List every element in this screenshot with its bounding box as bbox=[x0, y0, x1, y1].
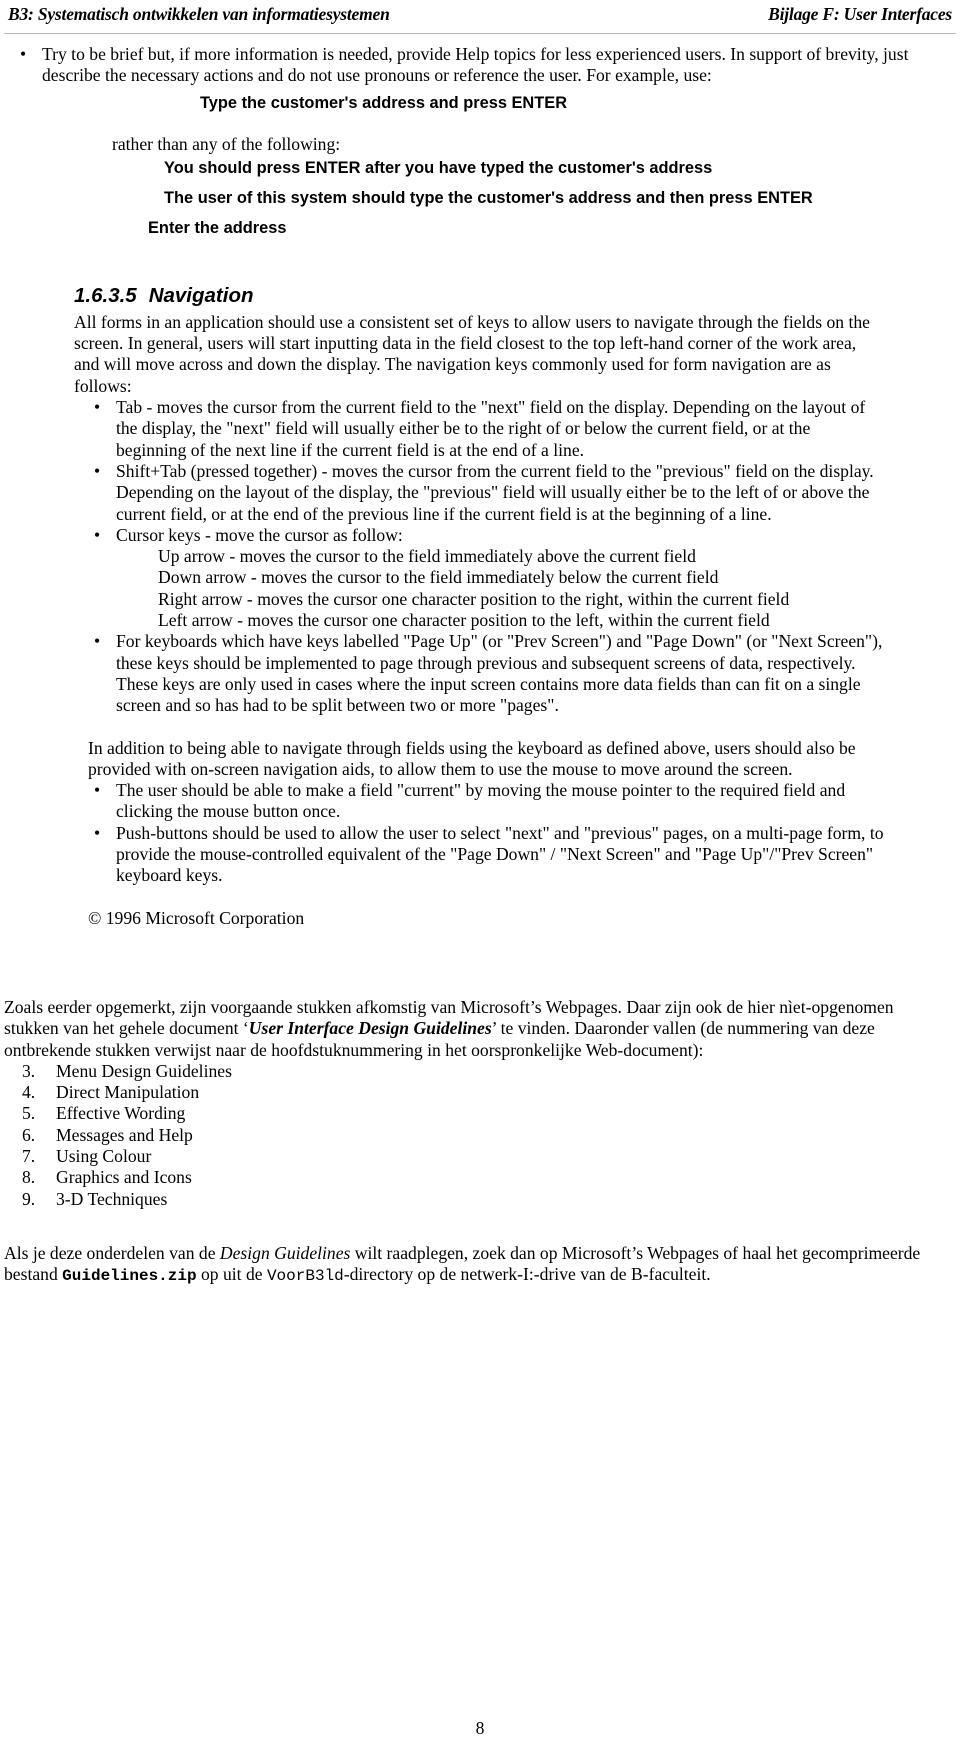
guidelines-zip-filename: Guidelines.zip bbox=[62, 1267, 197, 1286]
chapter-number: 4. bbox=[22, 1082, 36, 1103]
chapter-number: 7. bbox=[22, 1145, 36, 1166]
bullet-make-field-current-text: The user should be able to make a field … bbox=[116, 780, 846, 822]
list-item: 3. Menu Design Guidelines bbox=[0, 1061, 960, 1082]
dutch-paragraph-2-part-d: -directory op de netwerk-I:-drive van de… bbox=[343, 1264, 711, 1285]
bullet-be-brief: • Try to be brief but, if more informati… bbox=[0, 44, 960, 87]
header-divider bbox=[4, 33, 956, 34]
list-item: 8. Graphics and Icons bbox=[0, 1167, 960, 1188]
bullet-dot-icon: • bbox=[94, 631, 101, 652]
bullet-tab-key-text: Tab - moves the cursor from the current … bbox=[116, 397, 866, 460]
chapter-number: 8. bbox=[22, 1167, 36, 1188]
list-item: 4. Direct Manipulation bbox=[0, 1082, 960, 1103]
dutch-paragraph-2-part-c: op uit de bbox=[196, 1264, 267, 1285]
bullet-cursor-keys: • Cursor keys - move the cursor as follo… bbox=[0, 525, 960, 546]
bullet-dot-icon: • bbox=[94, 460, 101, 481]
bullet-dot-icon: • bbox=[94, 780, 101, 801]
bullet-be-brief-text: Try to be brief but, if more information… bbox=[42, 44, 909, 86]
chapter-title: Messages and Help bbox=[56, 1124, 193, 1145]
bullet-tab-key: • Tab - moves the cursor from the curren… bbox=[0, 397, 960, 461]
bullet-dot-icon: • bbox=[94, 524, 101, 545]
section-number: 1.6.3.5 bbox=[74, 283, 137, 307]
chapter-title: Graphics and Icons bbox=[56, 1167, 192, 1188]
missing-chapters-list: 3. Menu Design Guidelines 4. Direct Mani… bbox=[0, 1061, 960, 1210]
chapter-number: 5. bbox=[22, 1103, 36, 1124]
chapter-title: Using Colour bbox=[56, 1145, 152, 1166]
list-item: 6. Messages and Help bbox=[0, 1125, 960, 1146]
list-item: 9. 3-D Techniques bbox=[0, 1189, 960, 1210]
page-number: 8 bbox=[475, 1718, 485, 1738]
example-bad-3: Enter the address bbox=[148, 218, 287, 237]
chapter-title: Direct Manipulation bbox=[56, 1082, 200, 1103]
page-footer: 8 bbox=[0, 1718, 960, 1739]
dutch-paragraph-1: Zoals eerder opgemerkt, zijn voorgaande … bbox=[0, 997, 960, 1061]
example-bad-1: You should press ENTER after you have ty… bbox=[164, 158, 713, 177]
bullet-page-keys: • For keyboards which have keys labelled… bbox=[0, 631, 960, 716]
bullet-cursor-keys-text: Cursor keys - move the cursor as follow: bbox=[116, 524, 403, 545]
bullet-shift-tab-key: • Shift+Tab (pressed together) - moves t… bbox=[0, 461, 960, 525]
bullet-dot-icon: • bbox=[20, 44, 27, 64]
chapter-title: 3-D Techniques bbox=[56, 1188, 168, 1209]
list-item: 7. Using Colour bbox=[0, 1146, 960, 1167]
section-heading: 1.6.3.5 Navigation bbox=[0, 284, 960, 308]
chapter-number: 6. bbox=[22, 1124, 36, 1145]
chapter-title: Menu Design Guidelines bbox=[56, 1060, 232, 1081]
chapter-number: 9. bbox=[22, 1188, 36, 1209]
section-intro-paragraph: All forms in an application should use a… bbox=[74, 311, 870, 396]
copyright-line: © 1996 Microsoft Corporation bbox=[88, 907, 305, 928]
chapter-title: Effective Wording bbox=[56, 1103, 186, 1124]
page-header: B3: Systematisch ontwikkelen van informa… bbox=[8, 4, 952, 34]
cursor-key-left: Left arrow - moves the cursor one charac… bbox=[158, 610, 770, 631]
on-screen-aids-paragraph: In addition to being able to navigate th… bbox=[88, 737, 856, 779]
rather-than-label: rather than any of the following: bbox=[112, 133, 341, 154]
example-good: Type the customer's address and press EN… bbox=[200, 93, 568, 112]
bullet-page-keys-text: For keyboards which have keys labelled "… bbox=[116, 631, 883, 716]
list-item: 5. Effective Wording bbox=[0, 1103, 960, 1124]
example-bad-2: The user of this system should type the … bbox=[164, 188, 813, 207]
bullet-push-buttons-text: Push-buttons should be used to allow the… bbox=[116, 822, 884, 886]
cursor-key-right: Right arrow - moves the cursor one chara… bbox=[158, 588, 790, 609]
header-left-title: B3: Systematisch ontwikkelen van informa… bbox=[8, 4, 390, 24]
chapter-number: 3. bbox=[22, 1060, 36, 1081]
cursor-key-up: Up arrow - moves the cursor to the field… bbox=[158, 546, 696, 567]
header-right-title: Bijlage F: User Interfaces bbox=[768, 4, 952, 24]
design-guidelines-title: Design Guidelines bbox=[219, 1242, 351, 1263]
voorb3ld-directory-name: VoorB3ld bbox=[266, 1267, 344, 1286]
section-title: Navigation bbox=[148, 283, 254, 307]
bullet-dot-icon: • bbox=[94, 397, 101, 418]
bullet-push-buttons: • Push-buttons should be used to allow t… bbox=[0, 823, 960, 887]
bullet-make-field-current: • The user should be able to make a fiel… bbox=[0, 780, 960, 823]
bullet-dot-icon: • bbox=[94, 822, 101, 843]
dutch-paragraph-2: Als je deze onderdelen van de Design Gui… bbox=[0, 1243, 960, 1288]
page-content: • Try to be brief but, if more informati… bbox=[0, 44, 960, 1287]
dutch-paragraph-2-part-a: Als je deze onderdelen van de bbox=[4, 1242, 220, 1263]
guidelines-document-title: User Interface Design Guidelines bbox=[248, 1018, 492, 1039]
document-page: B3: Systematisch ontwikkelen van informa… bbox=[0, 0, 960, 1761]
bullet-shift-tab-key-text: Shift+Tab (pressed together) - moves the… bbox=[116, 460, 874, 524]
cursor-key-down: Down arrow - moves the cursor to the fie… bbox=[158, 567, 719, 588]
